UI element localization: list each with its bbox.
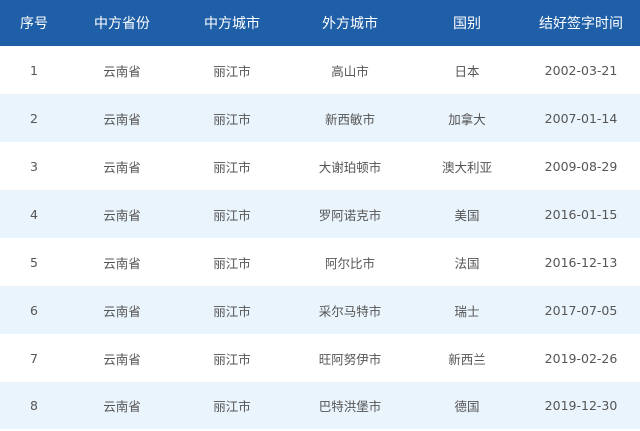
table-row: 8 云南省 丽江市 巴特洪堡市 德国 2019-12-30 xyxy=(0,382,640,429)
cell-country: 瑞士 xyxy=(454,303,480,319)
cell-foreign-city: 旺阿努伊市 xyxy=(318,351,382,367)
cell-signing-date: 2009-08-29 xyxy=(544,158,618,174)
cell-foreign-city: 采尔马特市 xyxy=(318,303,382,319)
cell-signing-date: 2007-01-14 xyxy=(544,110,618,126)
header-country: 国别 xyxy=(453,16,481,32)
cell-country: 新西兰 xyxy=(448,351,486,367)
table-row: 1 云南省 丽江市 高山市 日本 2002-03-21 xyxy=(0,46,640,94)
cell-china-province: 云南省 xyxy=(103,63,141,79)
cell-country: 日本 xyxy=(454,63,480,79)
header-china-province: 中方省份 xyxy=(94,16,150,32)
cell-index: 6 xyxy=(30,302,38,318)
cell-signing-date: 2016-12-13 xyxy=(544,254,618,270)
cell-country: 法国 xyxy=(454,255,480,271)
cell-china-city: 丽江市 xyxy=(213,111,251,127)
cell-signing-date: 2016-01-15 xyxy=(544,206,618,222)
table-row: 4 云南省 丽江市 罗阿诺克市 美国 2016-01-15 xyxy=(0,190,640,238)
header-signing-date: 结好签字时间 xyxy=(539,16,623,32)
cell-china-city: 丽江市 xyxy=(213,159,251,175)
cell-foreign-city: 罗阿诺克市 xyxy=(318,207,382,223)
header-index: 序号 xyxy=(20,16,48,32)
header-row: 序号 中方省份 中方城市 外方城市 国别 结好签字时间 xyxy=(0,0,640,46)
cell-index: 1 xyxy=(30,62,38,78)
cell-china-city: 丽江市 xyxy=(213,399,251,414)
cell-index: 2 xyxy=(30,110,38,126)
cell-china-province: 云南省 xyxy=(103,255,141,271)
cell-index: 5 xyxy=(30,254,38,270)
cell-signing-date: 2002-03-21 xyxy=(544,62,618,78)
cell-foreign-city: 大谢珀顿市 xyxy=(318,159,382,175)
header-china-city: 中方城市 xyxy=(204,16,260,32)
cell-foreign-city: 阿尔比市 xyxy=(324,255,375,271)
cell-index: 7 xyxy=(30,350,38,366)
cell-foreign-city: 新西敏市 xyxy=(324,111,375,127)
cell-china-province: 云南省 xyxy=(103,351,141,367)
table-header: 序号 中方省份 中方城市 外方城市 国别 结好签字时间 xyxy=(0,0,640,46)
cell-foreign-city: 高山市 xyxy=(331,63,369,79)
cell-country: 德国 xyxy=(454,399,480,414)
cell-country: 澳大利亚 xyxy=(441,159,492,175)
cell-index: 8 xyxy=(30,398,38,413)
cell-china-city: 丽江市 xyxy=(213,255,251,271)
table-row: 7 云南省 丽江市 旺阿努伊市 新西兰 2019-02-26 xyxy=(0,334,640,382)
cell-china-province: 云南省 xyxy=(103,207,141,223)
sister-city-table: 序号 中方省份 中方城市 外方城市 国别 结好签字时间 1 云南省 丽江市 高山… xyxy=(0,0,640,429)
table-row: 5 云南省 丽江市 阿尔比市 法国 2016-12-13 xyxy=(0,238,640,286)
table-row: 3 云南省 丽江市 大谢珀顿市 澳大利亚 2009-08-29 xyxy=(0,142,640,190)
cell-china-city: 丽江市 xyxy=(213,351,251,367)
cell-country: 加拿大 xyxy=(448,111,486,127)
table-body: 1 云南省 丽江市 高山市 日本 2002-03-21 2 云南省 丽江市 新西… xyxy=(0,46,640,429)
cell-signing-date: 2017-07-05 xyxy=(544,302,618,318)
cell-china-province: 云南省 xyxy=(103,111,141,127)
cell-signing-date: 2019-02-26 xyxy=(544,350,618,366)
table-row: 2 云南省 丽江市 新西敏市 加拿大 2007-01-14 xyxy=(0,94,640,142)
table-row: 6 云南省 丽江市 采尔马特市 瑞士 2017-07-05 xyxy=(0,286,640,334)
cell-china-province: 云南省 xyxy=(103,159,141,175)
cell-signing-date: 2019-12-30 xyxy=(544,398,618,413)
cell-china-city: 丽江市 xyxy=(213,207,251,223)
cell-index: 3 xyxy=(30,158,38,174)
cell-china-province: 云南省 xyxy=(103,399,141,414)
cell-foreign-city: 巴特洪堡市 xyxy=(318,399,382,414)
header-foreign-city: 外方城市 xyxy=(322,16,378,32)
cell-china-city: 丽江市 xyxy=(213,63,251,79)
cell-country: 美国 xyxy=(454,207,480,223)
cell-china-city: 丽江市 xyxy=(213,303,251,319)
cell-index: 4 xyxy=(30,206,38,222)
cell-china-province: 云南省 xyxy=(103,303,141,319)
